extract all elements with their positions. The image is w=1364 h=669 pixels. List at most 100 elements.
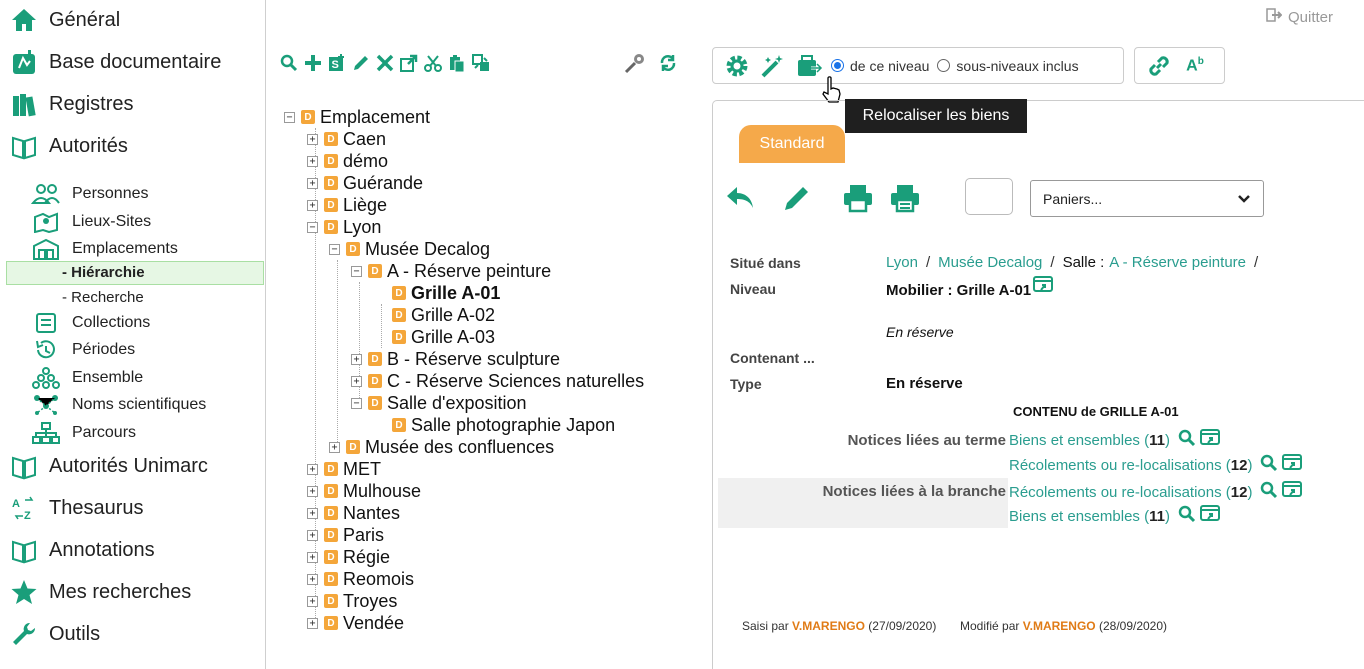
expand-icon[interactable]: +	[307, 573, 318, 585]
nav-autorites-unimarc[interactable]: Autorités Unimarc	[8, 450, 208, 482]
expand-icon[interactable]: +	[307, 595, 318, 607]
collapse-icon[interactable]: −	[351, 265, 362, 277]
tree-node-root[interactable]: − D Emplacement	[284, 106, 430, 128]
expand-icon[interactable]: +	[307, 507, 318, 519]
breadcrumb-lyon[interactable]: Lyon	[886, 254, 918, 271]
nav-annotations[interactable]: Annotations	[8, 534, 155, 566]
breadcrumb-salle[interactable]: A - Réserve peinture	[1109, 254, 1246, 271]
scissors-icon[interactable]	[422, 52, 444, 74]
expand-icon[interactable]: +	[307, 133, 318, 145]
radio-indicator[interactable]	[937, 59, 951, 72]
nav-ensemble[interactable]: Ensemble	[30, 366, 143, 390]
open-record-icon[interactable]	[1033, 275, 1054, 298]
expand-icon[interactable]: +	[307, 485, 318, 497]
nav-emplacements[interactable]: Emplacements	[30, 237, 178, 261]
paste-icon[interactable]	[446, 52, 468, 74]
magic-wand-icon[interactable]	[755, 48, 791, 84]
settings-wrench-icon[interactable]	[622, 50, 650, 76]
tree-node[interactable]: + D Nantes	[307, 502, 400, 524]
nav-hierarchie[interactable]: - Hiérarchie	[62, 264, 145, 281]
tree-node[interactable]: D Grille A-02	[392, 304, 495, 326]
expand-icon[interactable]: +	[307, 529, 318, 541]
breadcrumb-musee[interactable]: Musée Decalog	[938, 254, 1042, 271]
expand-icon[interactable]: +	[307, 463, 318, 475]
tree-node[interactable]: + D MET	[307, 458, 381, 480]
edit-pencil-icon[interactable]	[350, 52, 372, 74]
expand-icon[interactable]: +	[307, 551, 318, 563]
expand-icon[interactable]: +	[351, 353, 362, 365]
tree-node[interactable]: + D Reomois	[307, 568, 414, 590]
link-icon[interactable]	[1141, 48, 1177, 84]
tree-node[interactable]: + D B - Réserve sculpture	[351, 348, 560, 370]
nav-lieux-sites[interactable]: Lieux-Sites	[30, 210, 151, 234]
tree-node[interactable]: + D Guérande	[307, 172, 423, 194]
saisi-user[interactable]: V.MARENGO	[792, 619, 865, 633]
tree-node[interactable]: + D Liège	[307, 194, 387, 216]
search-icon[interactable]	[1260, 454, 1278, 476]
open-record-icon[interactable]	[1282, 481, 1303, 503]
nav-autorites[interactable]: Autorités	[8, 130, 128, 162]
nav-recherche[interactable]: - Recherche	[62, 289, 144, 306]
nav-periodes[interactable]: Périodes	[30, 338, 135, 362]
expand-icon[interactable]: +	[307, 177, 318, 189]
search-icon[interactable]	[1178, 429, 1196, 451]
quit-button[interactable]: Quitter	[1266, 8, 1333, 26]
expand-icon[interactable]: +	[351, 375, 362, 387]
nav-registres[interactable]: Registres	[8, 88, 133, 120]
tree-node[interactable]: − D Lyon	[307, 216, 381, 238]
tab-standard[interactable]: Standard	[739, 125, 845, 163]
external-link-icon[interactable]	[398, 52, 420, 74]
radio-this-level[interactable]: de ce niveau	[831, 58, 929, 74]
nav-outils[interactable]: Outils	[8, 618, 100, 650]
refresh-icon[interactable]	[656, 50, 680, 76]
tree-node[interactable]: + D Vendée	[307, 612, 404, 634]
link-recolements-terme[interactable]: Récolements ou re-localisations (12)	[1009, 454, 1303, 476]
collapse-icon[interactable]: −	[307, 221, 318, 233]
tree-node[interactable]: − D Musée Decalog	[329, 238, 490, 260]
nav-thesaurus[interactable]: AZ Thesaurus	[8, 492, 144, 524]
add-icon[interactable]	[302, 52, 324, 74]
search-icon[interactable]	[1178, 505, 1196, 527]
tree-node[interactable]: + D Musée des confluences	[329, 436, 554, 458]
nav-mes-recherches[interactable]: Mes recherches	[8, 576, 191, 608]
radio-indicator[interactable]	[831, 59, 844, 72]
print-icon[interactable]	[841, 181, 875, 215]
print-list-icon[interactable]	[888, 181, 922, 215]
tree-node[interactable]: − D A - Réserve peinture	[351, 260, 551, 282]
tree-node-selected[interactable]: D Grille A-01	[392, 282, 500, 304]
collapse-icon[interactable]: −	[351, 397, 362, 409]
link-biens-terme[interactable]: Biens et ensembles (11)	[1009, 429, 1220, 451]
back-arrow-icon[interactable]	[723, 181, 757, 215]
expand-icon[interactable]: +	[307, 617, 318, 629]
tree-node[interactable]: D Salle photographie Japon	[392, 414, 615, 436]
tree-node[interactable]: + D Paris	[307, 524, 384, 546]
paniers-select[interactable]: Paniers...	[1030, 180, 1264, 217]
search-icon[interactable]	[1260, 481, 1278, 503]
tree-node[interactable]: D Grille A-03	[392, 326, 495, 348]
relations-icon[interactable]	[470, 52, 492, 74]
delete-icon[interactable]	[374, 52, 396, 74]
gear-icon[interactable]	[719, 48, 755, 84]
collapse-icon[interactable]: −	[284, 111, 295, 123]
tree-node[interactable]: + D Mulhouse	[307, 480, 421, 502]
expand-icon[interactable]: +	[307, 155, 318, 167]
tree-node[interactable]: + D C - Réserve Sciences naturelles	[351, 370, 644, 392]
superscript-icon[interactable]: Ab	[1177, 48, 1213, 84]
tree-node[interactable]: − D Salle d'exposition	[351, 392, 527, 414]
add-sibling-icon[interactable]: S	[326, 52, 348, 74]
search-icon[interactable]	[278, 52, 300, 74]
tree-node[interactable]: + D Troyes	[307, 590, 397, 612]
collapse-icon[interactable]: −	[329, 243, 340, 255]
edit-pencil-icon[interactable]	[780, 181, 814, 215]
tree-node[interactable]: + Ddémo	[307, 150, 388, 172]
open-record-icon[interactable]	[1282, 454, 1303, 476]
open-record-icon[interactable]	[1199, 505, 1220, 527]
expand-icon[interactable]: +	[329, 441, 340, 453]
quantity-input[interactable]	[965, 178, 1013, 215]
nav-base-documentaire[interactable]: Base documentaire	[8, 46, 221, 78]
radio-sub-levels[interactable]: sous-niveaux inclus	[937, 58, 1079, 74]
link-recolements-branche[interactable]: Récolements ou re-localisations (12)	[1009, 481, 1303, 503]
open-record-icon[interactable]	[1199, 429, 1220, 451]
nav-parcours[interactable]: Parcours	[30, 421, 136, 445]
expand-icon[interactable]: +	[307, 199, 318, 211]
